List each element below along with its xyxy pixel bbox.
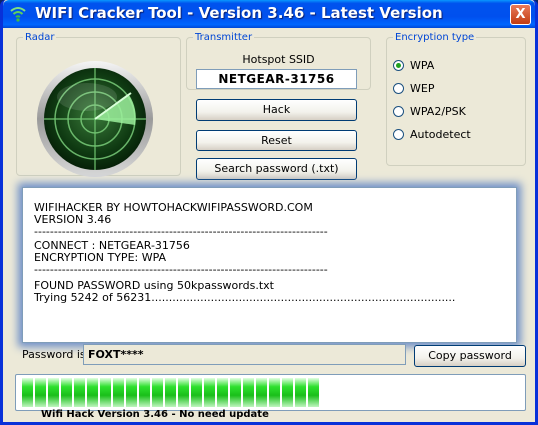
radio-option-wep[interactable]: WEP (393, 80, 434, 96)
progress-block (165, 378, 176, 407)
log-line: ----------------------------------------… (34, 263, 328, 276)
progress-block (87, 378, 98, 407)
progress-block (178, 378, 189, 407)
progress-block (74, 378, 85, 407)
ssid-label: Hotspot SSID (242, 53, 315, 66)
radio-option-autodetect[interactable]: Autodetect (393, 126, 471, 142)
progress-block (139, 378, 150, 407)
status-text: Wifi Hack Version 3.46 - No need update (41, 409, 269, 420)
radio-label: WEP (410, 81, 435, 95)
encryption-legend: Encryption type (395, 32, 475, 43)
radar-group: Radar (16, 32, 181, 177)
password-label: Password is: (22, 348, 90, 361)
encryption-type-group: Encryption type WPA WEP WPA2/PSK Autodet… (386, 32, 526, 166)
transmitter-legend: Transmitter (195, 32, 253, 43)
progress-block (48, 378, 59, 407)
progress-track (22, 378, 519, 407)
radio-button[interactable] (393, 128, 404, 140)
progress-block (204, 378, 215, 407)
radio-button[interactable] (393, 82, 404, 94)
progress-fill (22, 378, 319, 407)
progress-block (217, 378, 228, 407)
copy-password-button[interactable]: Copy password (414, 345, 526, 367)
progress-block (243, 378, 254, 407)
wifi-signal-icon (10, 7, 26, 22)
progress-block (35, 378, 46, 407)
radio-button[interactable] (393, 59, 404, 71)
title-bar[interactable]: WIFI Cracker Tool - Version 3.46 - Lates… (3, 0, 535, 28)
progress-block (152, 378, 163, 407)
transmitter-group: Transmitter Hotspot SSID NETGEAR-31756 (186, 32, 371, 90)
progress-block (269, 378, 280, 407)
progress-block (61, 378, 72, 407)
log-output[interactable]: WIFIHACKER BY HOWTOHACKWIFIPASSWORD.COM … (22, 187, 517, 343)
log-line: ----------------------------------------… (34, 225, 328, 238)
radar-icon (37, 61, 153, 177)
search-password-button[interactable]: Search password (.txt) (196, 158, 357, 180)
progress-block (126, 378, 137, 407)
radio-button[interactable] (393, 105, 404, 117)
radar-legend: Radar (25, 32, 55, 43)
progress-block (295, 378, 306, 407)
progress-block (256, 378, 267, 407)
progress-block (230, 378, 241, 407)
close-button[interactable]: X (510, 4, 531, 25)
radio-label: Autodetect (410, 127, 471, 141)
progress-block (100, 378, 111, 407)
radio-option-wpa[interactable]: WPA (393, 57, 434, 73)
radio-label: WPA2/PSK (410, 104, 466, 118)
progress-bar (15, 374, 526, 411)
hack-button[interactable]: Hack (196, 99, 357, 121)
window-title: WIFI Cracker Tool - Version 3.46 - Lates… (35, 4, 443, 22)
log-line: Trying 5242 of 56231....................… (34, 291, 456, 304)
progress-block (191, 378, 202, 407)
progress-block (113, 378, 124, 407)
reset-button[interactable]: Reset (196, 130, 357, 151)
progress-block (22, 378, 33, 407)
progress-block (282, 378, 293, 407)
radio-option-wpa2-psk[interactable]: WPA2/PSK (393, 103, 466, 119)
radio-label: WPA (410, 58, 435, 72)
main-panel: Radar Transmitter Hotspot SSID NETGEAR-3… (3, 28, 535, 422)
ssid-field[interactable]: NETGEAR-31756 (196, 69, 357, 89)
progress-block (308, 378, 319, 407)
app-window: WIFI Cracker Tool - Version 3.46 - Lates… (0, 0, 538, 425)
password-field[interactable]: FOXT**** (83, 344, 406, 365)
